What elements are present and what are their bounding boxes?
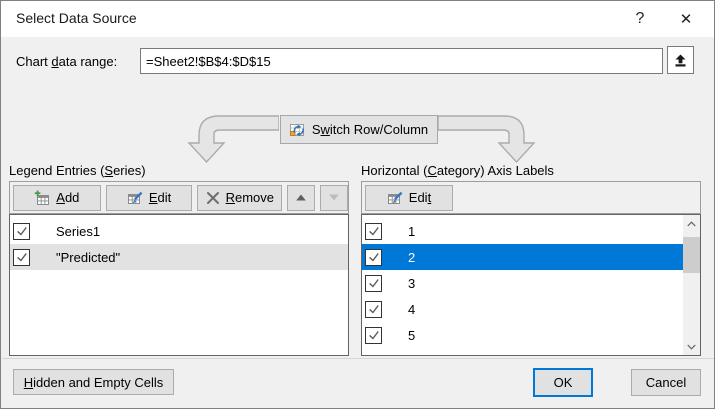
hidden-and-empty-cells-label: Hidden and Empty Cells [24, 375, 163, 390]
check-icon [15, 250, 29, 264]
move-down-icon [329, 194, 339, 201]
legend-entries-heading: Legend Entries (Series) [9, 163, 146, 178]
edit-axis-labels-icon [387, 190, 403, 206]
checkbox-3[interactable] [365, 275, 382, 292]
footer-divider [2, 358, 715, 359]
select-data-source-dialog: Select Data Source ? ✕ Chart data range:… [0, 0, 715, 409]
move-up-button[interactable] [287, 185, 315, 211]
list-item-3[interactable]: 3 [362, 270, 683, 296]
list-item-1[interactable]: 1 [362, 218, 683, 244]
add-series-icon [34, 190, 50, 206]
checkbox-predicted[interactable] [13, 249, 30, 266]
title-bar: Select Data Source ? ✕ [1, 1, 714, 37]
switch-row-column-button[interactable]: Switch Row/Column [280, 115, 438, 144]
cancel-button[interactable]: Cancel [631, 369, 701, 396]
dialog-title: Select Data Source [16, 10, 137, 26]
list-item-label: 2 [408, 250, 415, 265]
list-item-label: 1 [408, 224, 415, 239]
move-down-button[interactable] [320, 185, 348, 211]
switch-row-column-label: Switch Row/Column [312, 122, 428, 137]
edit-axis-labels-button-label: Edit [409, 190, 431, 205]
checkbox-5[interactable] [365, 327, 382, 344]
add-button-label: Add [56, 190, 79, 205]
scrollbar-thumb[interactable] [683, 237, 700, 273]
add-button[interactable]: Add [13, 185, 101, 211]
remove-icon [206, 191, 220, 205]
chart-data-range-label: Chart data range: [16, 54, 117, 69]
legend-entries-list[interactable]: Series1 "Predicted" [9, 214, 349, 356]
legend-toolbar: Add Edit Remove [9, 181, 349, 214]
left-curved-arrow [187, 113, 279, 165]
chevron-up-icon [687, 221, 696, 227]
help-icon[interactable]: ? [621, 3, 659, 34]
close-icon[interactable]: ✕ [667, 3, 705, 34]
ok-button[interactable]: OK [533, 368, 593, 397]
list-item-label: Series1 [56, 224, 100, 239]
checkbox-2[interactable] [365, 249, 382, 266]
list-item-label: 5 [408, 328, 415, 343]
remove-button[interactable]: Remove [197, 185, 282, 211]
checkbox-1[interactable] [365, 223, 382, 240]
axis-labels-toolbar: Edit [361, 181, 701, 214]
vertical-scrollbar[interactable] [683, 215, 700, 355]
check-icon [367, 224, 381, 238]
hidden-and-empty-cells-button[interactable]: Hidden and Empty Cells [13, 369, 174, 395]
edit-series-button[interactable]: Edit [106, 185, 193, 211]
move-up-icon [296, 194, 306, 201]
check-icon [367, 276, 381, 290]
list-item-series1[interactable]: Series1 [10, 218, 348, 244]
check-icon [367, 302, 381, 316]
check-icon [15, 224, 29, 238]
range-picker-icon [674, 54, 687, 67]
list-item-5[interactable]: 5 [362, 322, 683, 348]
axis-labels-list[interactable]: 1 2 3 4 5 [361, 214, 701, 356]
list-item-label: 3 [408, 276, 415, 291]
list-item-4[interactable]: 4 [362, 296, 683, 322]
axis-labels-heading: Horizontal (Category) Axis Labels [361, 163, 554, 178]
list-item-2-selected[interactable]: 2 [362, 244, 683, 270]
checkbox-4[interactable] [365, 301, 382, 318]
chevron-down-icon [687, 344, 696, 350]
list-item-label: 4 [408, 302, 415, 317]
edit-series-button-label: Edit [149, 190, 171, 205]
edit-axis-labels-button[interactable]: Edit [365, 185, 453, 211]
list-item-predicted[interactable]: "Predicted" [10, 244, 348, 270]
remove-button-label: Remove [226, 190, 274, 205]
scroll-up-button[interactable] [683, 215, 700, 232]
list-item-label: "Predicted" [56, 250, 120, 265]
edit-series-icon [127, 190, 143, 206]
right-curved-arrow [438, 113, 538, 165]
check-icon [367, 328, 381, 342]
switch-row-column-icon [290, 122, 306, 138]
chart-data-range-input[interactable] [140, 48, 663, 74]
scroll-down-button[interactable] [683, 338, 700, 355]
collapse-dialog-button[interactable] [667, 46, 694, 74]
checkbox-series1[interactable] [13, 223, 30, 240]
check-icon [367, 250, 381, 264]
